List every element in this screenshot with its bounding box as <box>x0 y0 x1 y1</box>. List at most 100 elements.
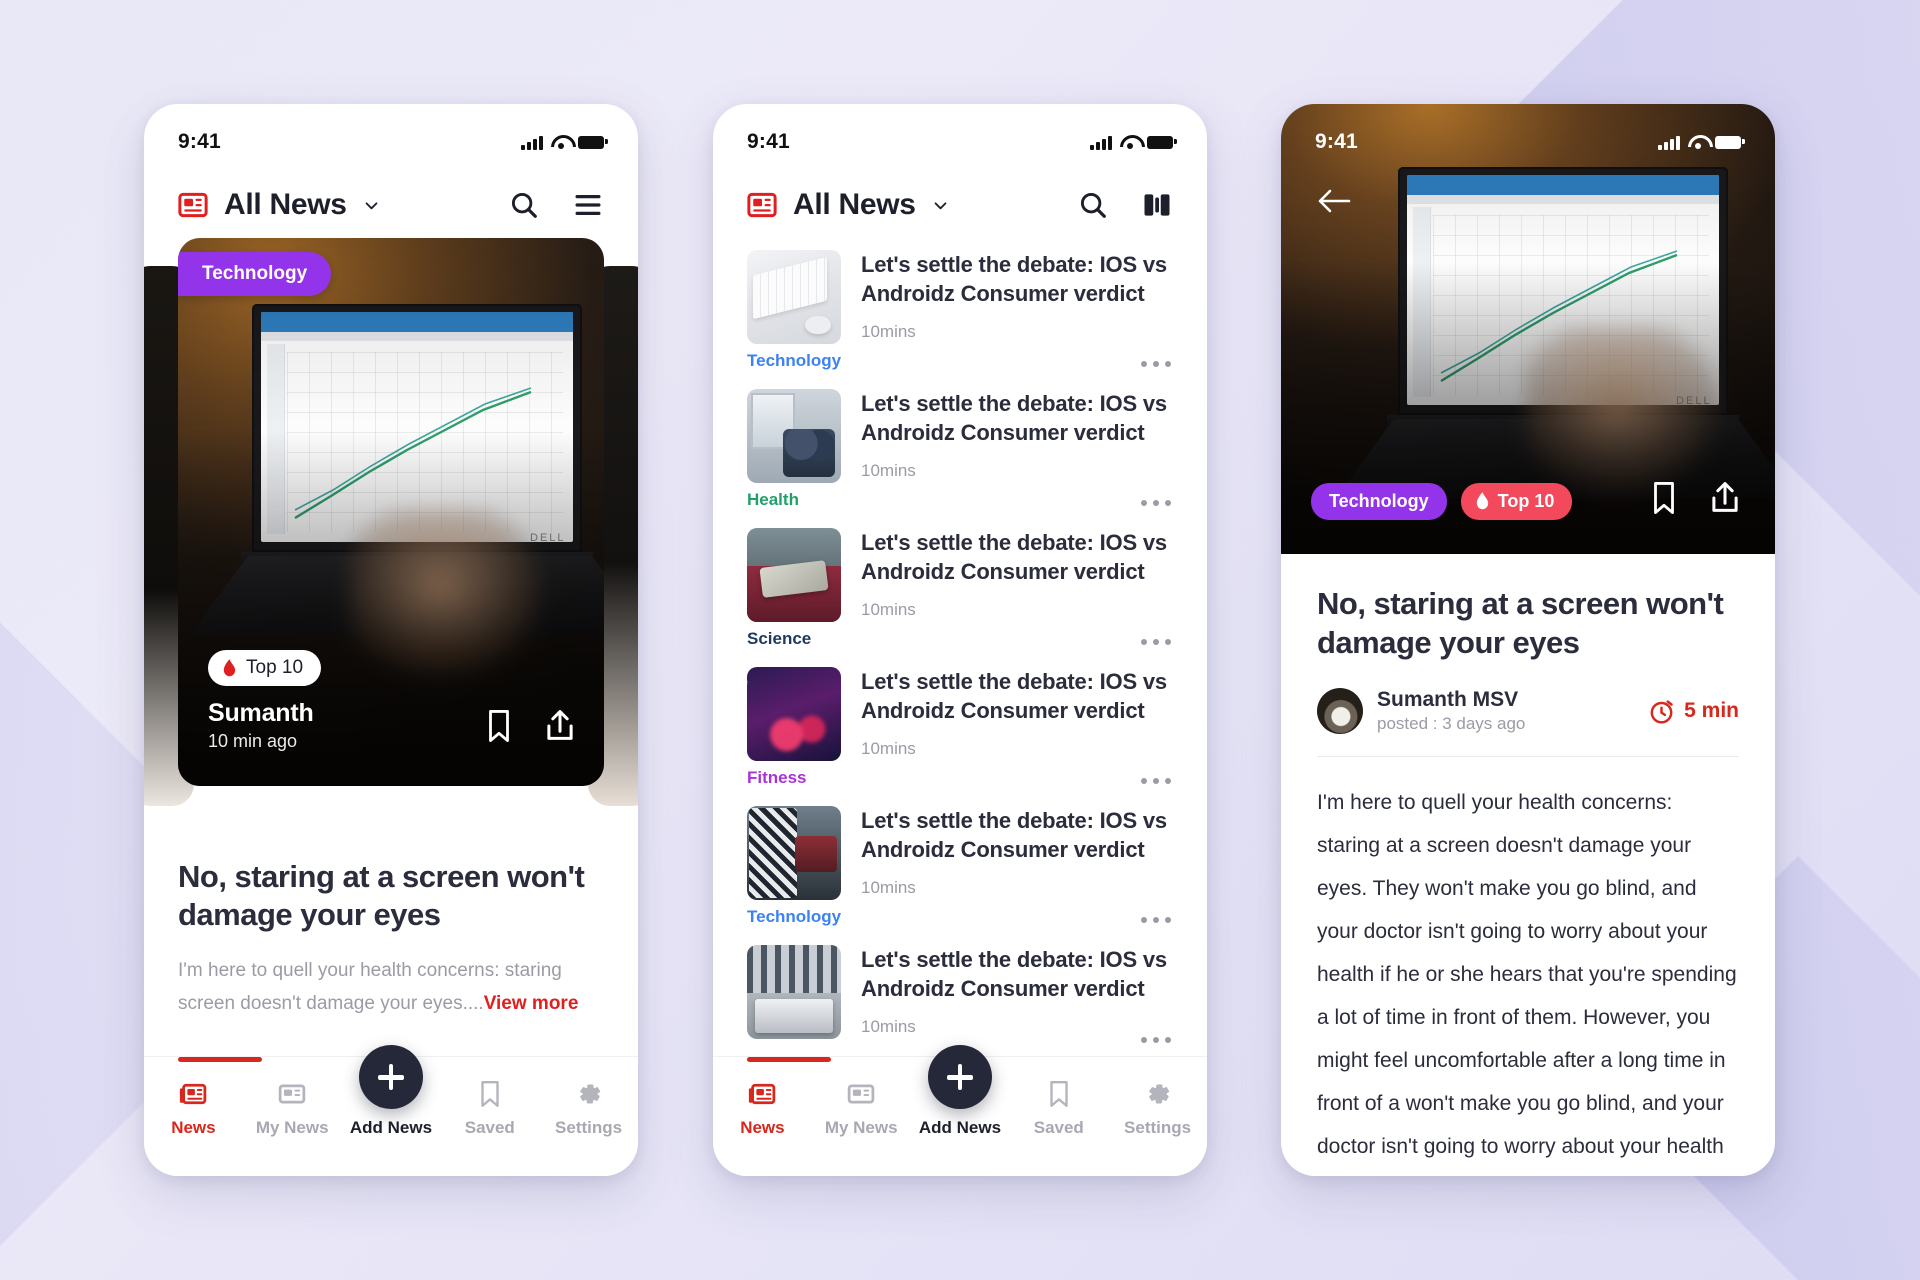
flame-icon <box>1476 492 1488 510</box>
list-item-time: 10mins <box>861 322 916 342</box>
tab-add-news[interactable]: Add News <box>342 1045 441 1138</box>
more-options-icon[interactable] <box>1141 1037 1171 1044</box>
status-indicators <box>1090 135 1177 150</box>
author-block: Sumanth MSV posted : 3 days ago <box>1317 688 1525 735</box>
tab-my-news[interactable]: My News <box>812 1079 911 1138</box>
tab-label: Add News <box>349 1118 433 1137</box>
office-people-thumb <box>747 389 841 483</box>
top10-label: Top 10 <box>246 657 304 678</box>
tab-label: Add News <box>918 1118 1002 1137</box>
tab-saved[interactable]: Saved <box>440 1079 539 1138</box>
news-selector[interactable]: All News <box>178 188 380 222</box>
add-news-fab[interactable] <box>358 1045 423 1109</box>
share-icon[interactable] <box>544 709 576 748</box>
avatar <box>1317 688 1363 735</box>
list-item-category: Technology <box>747 351 842 370</box>
tab-label: Saved <box>1033 1118 1084 1137</box>
share-icon[interactable] <box>1709 481 1741 520</box>
more-options-icon[interactable] <box>1141 917 1171 923</box>
list-item-body: Let's settle the debate: IOS vs Androidz… <box>861 389 1173 508</box>
header-actions <box>508 189 604 221</box>
my-news-icon <box>847 1084 875 1104</box>
list-item-body: Let's settle the debate: IOS vs Androidz… <box>861 667 1173 786</box>
search-icon[interactable] <box>508 189 540 221</box>
hero-meta: Top 10 Sumanth 10 min ago <box>208 650 576 752</box>
tab-news[interactable]: News <box>144 1079 243 1138</box>
keyboard-mouse-thumb <box>747 250 841 344</box>
phone-screen-feed: 9:41 All News Technology Top 10 Sumanth … <box>144 104 638 1176</box>
news-selector[interactable]: All News <box>747 188 949 222</box>
wifi-icon <box>1688 135 1707 150</box>
status-indicators <box>521 135 608 150</box>
detail-top10-label: Top 10 <box>1497 491 1555 511</box>
detail-title: No, staring at a screen won't damage you… <box>1317 586 1724 661</box>
more-options-icon[interactable] <box>1141 639 1171 645</box>
status-time: 9:41 <box>1315 130 1358 153</box>
tab-my-news[interactable]: My News <box>243 1079 342 1138</box>
list-item[interactable]: Technology Let's settle the debate: IOS … <box>747 792 1173 931</box>
detail-content: No, staring at a screen won't damage you… <box>1281 554 1775 1176</box>
list-item-title: Let's settle the debate: IOS vs Androidz… <box>861 808 1167 863</box>
hero-category-badge: Technology <box>178 252 332 296</box>
gear-icon <box>1148 1084 1169 1104</box>
tab-settings[interactable]: Settings <box>539 1079 638 1138</box>
battery-icon <box>1147 135 1177 149</box>
tab-add-news[interactable]: Add News <box>911 1045 1010 1138</box>
detail-actions <box>1649 481 1741 520</box>
bottom-tab-bar: News My News Add News Saved Settings <box>713 1045 1207 1176</box>
author-text: Sumanth MSV posted : 3 days ago <box>1377 688 1525 734</box>
cellular-signal-icon <box>521 135 543 150</box>
more-options-icon[interactable] <box>1141 500 1171 506</box>
plus-icon <box>946 1064 973 1090</box>
chevron-down-icon <box>365 201 378 209</box>
chevron-down-icon <box>934 201 947 209</box>
list-item-title: Let's settle the debate: IOS vs Androidz… <box>861 391 1167 446</box>
list-item[interactable]: Technology Let's settle the debate: IOS … <box>747 236 1173 375</box>
top10-badge: Top 10 <box>208 650 322 686</box>
hero-article-card[interactable]: DELL Technology Top 10 Sumanth 10 min ag… <box>178 238 604 786</box>
list-item[interactable]: Science Let's settle the debate: IOS vs … <box>747 514 1173 653</box>
list-item-thumb-col: Science <box>747 528 841 647</box>
card-view-icon[interactable] <box>1141 189 1173 221</box>
list-item[interactable]: Let's settle the debate: IOS vs Androidz… <box>747 931 1173 1051</box>
page-title: All News <box>224 188 347 221</box>
list-item-body: Let's settle the debate: IOS vs Androidz… <box>861 250 1173 369</box>
tab-settings[interactable]: Settings <box>1108 1079 1207 1138</box>
bookmark-icon[interactable] <box>484 709 514 748</box>
list-item[interactable]: Health Let's settle the debate: IOS vs A… <box>747 375 1173 514</box>
detail-author: Sumanth MSV <box>1377 688 1519 712</box>
cellular-signal-icon <box>1658 135 1680 150</box>
active-tab-indicator <box>747 1057 831 1062</box>
bottom-tab-bar: News My News Add News Saved Settings <box>144 1045 638 1176</box>
list-item[interactable]: Fitness Let's settle the debate: IOS vs … <box>747 653 1173 792</box>
bookmark-icon[interactable] <box>1649 481 1679 520</box>
my-news-icon <box>278 1084 306 1104</box>
tab-label: Settings <box>1124 1118 1192 1137</box>
search-icon[interactable] <box>1077 189 1109 221</box>
list-item-category: Science <box>747 629 812 648</box>
more-options-icon[interactable] <box>1141 361 1171 367</box>
more-options-icon[interactable] <box>1141 778 1171 784</box>
list-item-time: 10mins <box>861 878 916 898</box>
list-view-icon[interactable] <box>572 189 604 221</box>
detail-hero-image: 9:41 DELL <box>1281 104 1775 554</box>
news-card-icon <box>178 192 208 218</box>
article-excerpt: I'm here to quell your health concerns: … <box>178 954 604 1021</box>
tab-label: News <box>171 1118 216 1137</box>
flame-icon <box>223 658 236 676</box>
detail-body-text: I'm here to quell your health concerns: … <box>1317 791 1737 1159</box>
view-more-link[interactable]: View more <box>484 993 579 1014</box>
tab-news[interactable]: News <box>713 1079 812 1138</box>
add-news-fab[interactable] <box>927 1045 992 1109</box>
list-item-category: Fitness <box>747 768 807 787</box>
bookmark-icon <box>481 1081 499 1107</box>
back-arrow-icon[interactable] <box>1311 178 1357 224</box>
detail-badges: Technology Top 10 <box>1311 483 1573 520</box>
plus-icon <box>377 1064 404 1090</box>
clock-icon <box>1650 699 1673 724</box>
news-stack-icon <box>180 1083 207 1105</box>
list-item-thumb-col: Health <box>747 389 841 508</box>
list-item-category: Health <box>747 490 799 509</box>
list-item-thumb-col <box>747 945 841 1045</box>
tab-saved[interactable]: Saved <box>1009 1079 1108 1138</box>
